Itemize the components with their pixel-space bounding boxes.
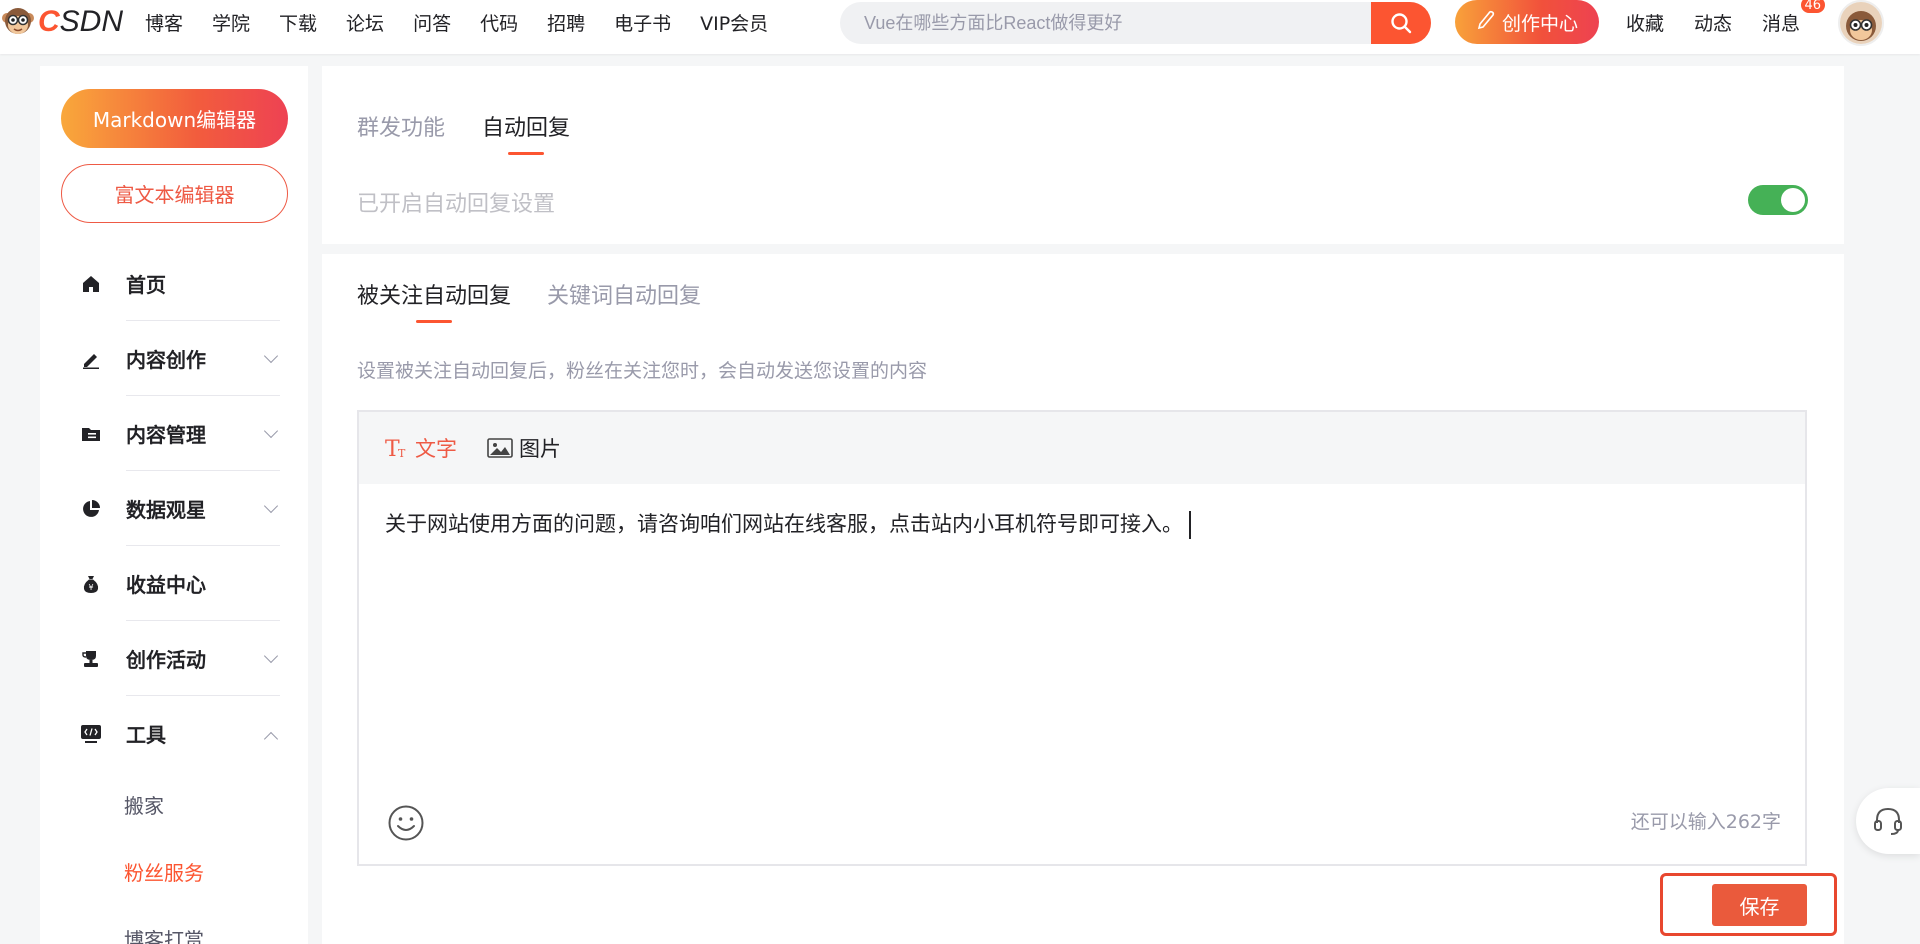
chevron-down-icon bbox=[263, 648, 279, 664]
reply-content-textarea[interactable]: 关于网站使用方面的问题，请咨询咱们网站在线客服，点击站内小耳机符号即可接入。 bbox=[385, 508, 1191, 539]
creator-center-button[interactable]: 创作中心 bbox=[1455, 0, 1599, 44]
chevron-down-icon bbox=[263, 498, 279, 514]
sidebar-item-label: 数据观星 bbox=[126, 498, 206, 522]
nav-item-jobs[interactable]: 招聘 bbox=[547, 9, 585, 36]
auto-reply-editor-panel: 被关注自动回复 关键词自动回复 设置被关注自动回复后，粉丝在关注您时，会自动发送… bbox=[322, 254, 1844, 944]
nav-item-code[interactable]: 代码 bbox=[480, 9, 518, 36]
image-tool-label: 图片 bbox=[519, 437, 561, 461]
sidebar-item-data-insights[interactable]: 数据观星 bbox=[40, 471, 308, 546]
sidebar-item-content-creation[interactable]: 内容创作 bbox=[40, 321, 308, 396]
nav-item-academy[interactable]: 学院 bbox=[212, 9, 250, 36]
logo-wordmark: CSDN bbox=[38, 5, 124, 38]
reply-content-text: 关于网站使用方面的问题，请咨询咱们网站在线客服，点击站内小耳机符号即可接入。 bbox=[385, 512, 1183, 536]
tab-follow-auto-reply[interactable]: 被关注自动回复 bbox=[357, 278, 511, 310]
sidebar-item-earnings[interactable]: ¥ 收益中心 bbox=[40, 546, 308, 621]
sidebar-subitem-migration[interactable]: 搬家 bbox=[40, 771, 308, 838]
customer-service-button[interactable] bbox=[1856, 788, 1920, 854]
image-icon bbox=[487, 437, 513, 459]
favorites-link[interactable]: 收藏 bbox=[1626, 9, 1664, 36]
sidebar-item-home[interactable]: 首页 bbox=[40, 246, 308, 321]
sidebar-item-label: 工具 bbox=[126, 723, 166, 747]
monkey-mascot-icon bbox=[0, 4, 36, 40]
markdown-editor-button[interactable]: Markdown编辑器 bbox=[61, 89, 288, 148]
save-button[interactable]: 保存 bbox=[1712, 884, 1807, 926]
svg-text:T: T bbox=[398, 447, 406, 460]
code-icon bbox=[80, 723, 102, 745]
reply-type-tabs: 被关注自动回复 关键词自动回复 bbox=[357, 278, 737, 310]
sidebar-item-tools[interactable]: 工具 bbox=[40, 696, 308, 771]
trophy-icon bbox=[80, 648, 102, 670]
text-tool-button[interactable]: TT 文字 bbox=[385, 433, 457, 463]
sidebar-item-creative-activities[interactable]: 创作活动 bbox=[40, 621, 308, 696]
svg-text:¥: ¥ bbox=[88, 583, 93, 592]
search-icon bbox=[1391, 13, 1412, 34]
search-bar bbox=[840, 2, 1431, 44]
creator-center-label: 创作中心 bbox=[1501, 12, 1578, 35]
sidebar-subitem-blog-tipping[interactable]: 博客打赏 bbox=[40, 905, 308, 944]
smiley-icon bbox=[388, 805, 424, 841]
csdn-logo[interactable]: CSDN bbox=[0, 4, 123, 40]
auto-reply-status-label: 已开启自动回复设置 bbox=[357, 192, 556, 217]
pie-chart-icon bbox=[80, 498, 102, 520]
nav-item-vip[interactable]: VIP会员 bbox=[700, 9, 768, 36]
sidebar: Markdown编辑器 富文本编辑器 首页 内容创作 内容管理 数据观星 ¥ 收… bbox=[40, 66, 308, 944]
chevron-up-icon bbox=[263, 731, 279, 747]
sidebar-item-label: 内容创作 bbox=[126, 348, 206, 372]
messages-link[interactable]: 消息 46 bbox=[1762, 0, 1827, 36]
tab-auto-reply[interactable]: 自动回复 bbox=[482, 110, 570, 142]
top-navbar: CSDN 博客 学院 下载 论坛 问答 代码 招聘 电子书 VIP会员 创作中心… bbox=[0, 0, 1920, 54]
chevron-down-icon bbox=[263, 423, 279, 439]
richtext-editor-button[interactable]: 富文本编辑器 bbox=[61, 164, 288, 223]
nav-item-forum[interactable]: 论坛 bbox=[346, 9, 384, 36]
search-input[interactable] bbox=[864, 2, 1364, 44]
nav-item-download[interactable]: 下载 bbox=[279, 9, 317, 36]
text-format-icon: TT bbox=[385, 436, 409, 460]
home-icon bbox=[80, 273, 102, 295]
tab-broadcast[interactable]: 群发功能 bbox=[357, 110, 445, 142]
messages-label: 消息 bbox=[1762, 12, 1801, 35]
activity-link[interactable]: 动态 bbox=[1694, 9, 1732, 36]
editor-toolbar: TT 文字 图片 bbox=[359, 412, 1805, 484]
text-tool-label: 文字 bbox=[415, 437, 457, 461]
toggle-knob bbox=[1781, 188, 1805, 212]
user-avatar[interactable] bbox=[1838, 0, 1884, 46]
sidebar-item-label: 首页 bbox=[126, 273, 166, 297]
messages-count-badge: 46 bbox=[1799, 0, 1827, 14]
reply-settings-panel: 群发功能 自动回复 已开启自动回复设置 bbox=[322, 66, 1844, 244]
emoji-button[interactable] bbox=[387, 804, 425, 842]
sidebar-item-label: 内容管理 bbox=[126, 423, 206, 447]
nav-item-qa[interactable]: 问答 bbox=[413, 9, 451, 36]
folder-icon bbox=[80, 423, 102, 445]
chevron-down-icon bbox=[263, 348, 279, 364]
money-bag-icon: ¥ bbox=[80, 573, 102, 595]
headset-icon bbox=[1874, 807, 1902, 835]
quill-icon bbox=[1476, 10, 1496, 35]
function-tabs: 群发功能 自动回复 bbox=[357, 110, 607, 142]
image-tool-button[interactable]: 图片 bbox=[487, 433, 561, 463]
sidebar-item-content-management[interactable]: 内容管理 bbox=[40, 396, 308, 471]
search-button[interactable] bbox=[1371, 2, 1431, 44]
tab-keyword-auto-reply[interactable]: 关键词自动回复 bbox=[547, 278, 701, 310]
nav-item-ebook[interactable]: 电子书 bbox=[614, 9, 671, 36]
sidebar-item-label: 创作活动 bbox=[126, 648, 206, 672]
auto-reply-description: 设置被关注自动回复后，粉丝在关注您时，会自动发送您设置的内容 bbox=[357, 360, 928, 382]
pen-icon bbox=[80, 348, 102, 370]
auto-reply-toggle[interactable] bbox=[1748, 185, 1808, 215]
sidebar-subitem-fan-service[interactable]: 粉丝服务 bbox=[40, 838, 308, 905]
text-caret bbox=[1189, 511, 1191, 539]
nav-item-blog[interactable]: 博客 bbox=[145, 9, 183, 36]
character-counter: 还可以输入262字 bbox=[1630, 811, 1781, 833]
reply-editor: TT 文字 图片 关于网站使用方面的问题，请咨询咱们网站在线客服，点击站内小耳机… bbox=[357, 410, 1807, 866]
main-nav: 博客 学院 下载 论坛 问答 代码 招聘 电子书 VIP会员 bbox=[145, 0, 797, 44]
user-nav: 收藏 动态 消息 46 bbox=[1626, 0, 1830, 44]
sidebar-menu: 首页 内容创作 内容管理 数据观星 ¥ 收益中心 创作活动 工具 搬家 粉丝服务… bbox=[40, 246, 308, 944]
sidebar-item-label: 收益中心 bbox=[126, 573, 206, 597]
